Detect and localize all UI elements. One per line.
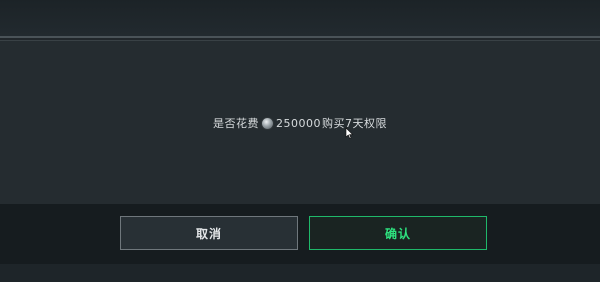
cancel-button[interactable]: 取消	[120, 216, 298, 250]
message-suffix: 购买7天权限	[322, 117, 387, 130]
purchase-message: 是否花费 250000 购买7天权限	[0, 114, 600, 132]
dialog-footer	[0, 204, 600, 264]
mouse-cursor-icon	[345, 127, 354, 139]
silver-coin-icon	[262, 117, 273, 129]
confirm-button[interactable]: 确认	[309, 216, 487, 250]
background-bottom	[0, 264, 600, 282]
header-divider	[0, 36, 600, 38]
confirm-button-label: 确认	[384, 226, 411, 241]
purchase-confirm-screen: 是否花费 250000 购买7天权限 取消 确认	[0, 0, 600, 282]
price-amount: 250000	[276, 116, 321, 130]
background-top	[0, 0, 600, 36]
message-prefix: 是否花费	[213, 117, 259, 130]
cancel-button-label: 取消	[195, 226, 222, 241]
